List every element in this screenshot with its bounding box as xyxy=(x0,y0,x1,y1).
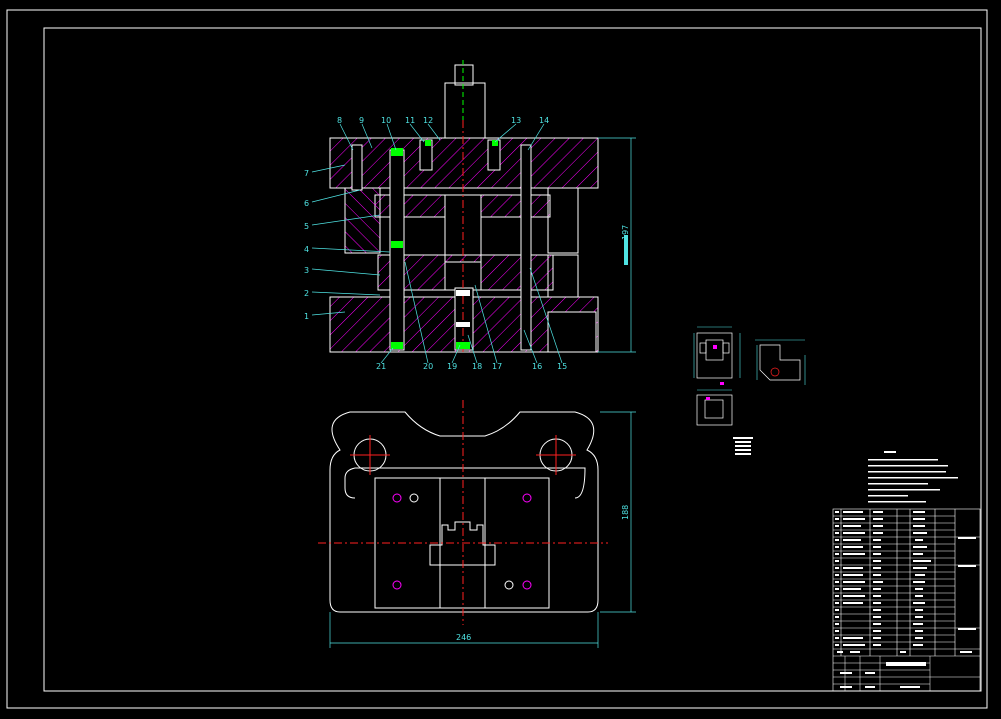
upper-plate xyxy=(329,137,599,189)
shank-top xyxy=(454,64,474,86)
part-detail-views xyxy=(696,332,801,426)
callout-1: 1 xyxy=(304,312,309,321)
surface-symbol xyxy=(733,437,753,455)
dimension-height-front xyxy=(598,137,636,353)
callout-6: 6 xyxy=(304,199,309,208)
callout-9: 9 xyxy=(359,116,364,125)
callout-8: 8 xyxy=(337,116,342,125)
callout-2: 2 xyxy=(304,289,309,298)
callout-19: 19 xyxy=(447,362,457,371)
callout-4: 4 xyxy=(304,245,309,254)
front-section-view xyxy=(329,60,599,355)
callout-20: 20 xyxy=(423,362,433,371)
callout-14: 14 xyxy=(539,116,549,125)
outer-frame xyxy=(6,9,988,709)
callout-5: 5 xyxy=(304,222,309,231)
dim-188: 188 xyxy=(621,505,630,520)
callout-21: 21 xyxy=(376,362,386,371)
callout-17: 17 xyxy=(492,362,502,371)
callout-11: 11 xyxy=(405,116,415,125)
ejector xyxy=(454,287,474,351)
callout-10: 10 xyxy=(381,116,391,125)
plan-view xyxy=(318,400,608,625)
callout-16: 16 xyxy=(532,362,542,371)
dim-246: 246 xyxy=(456,633,471,642)
bom-item-numbers xyxy=(835,511,839,646)
guide-pillar-left xyxy=(389,149,405,351)
cad-drawing: 1 2 3 4 5 6 7 8 9 10 11 12 13 14 15 16 1… xyxy=(6,9,988,709)
callout-15: 15 xyxy=(557,362,567,371)
callout-3: 3 xyxy=(304,266,309,275)
detail-dimensions xyxy=(693,326,806,391)
guide-pillar-right xyxy=(520,144,532,351)
technical-notes xyxy=(868,451,958,503)
callout-7: 7 xyxy=(304,169,309,178)
callout-13: 13 xyxy=(511,116,521,125)
die-shank xyxy=(444,82,486,139)
callout-18: 18 xyxy=(472,362,482,371)
upper-side-block xyxy=(344,187,381,254)
callout-12: 12 xyxy=(423,116,433,125)
